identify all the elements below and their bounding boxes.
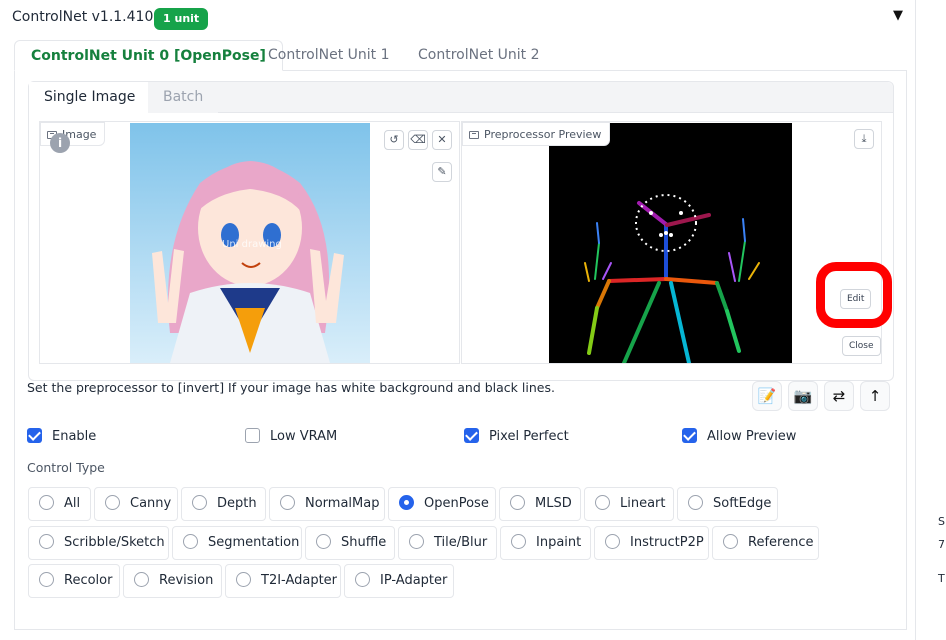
- highlight-ring: [816, 262, 892, 328]
- radio-shuffle[interactable]: Shuffle: [305, 526, 395, 560]
- allow-preview-checkbox[interactable]: Allow Preview: [682, 428, 796, 444]
- download-icon[interactable]: ⤓: [854, 129, 874, 149]
- radio-ip-adapter[interactable]: IP-Adapter: [344, 564, 454, 598]
- low-vram-checkbox[interactable]: Low VRAM: [245, 428, 337, 444]
- image-watermark: Uni drawing: [222, 239, 282, 250]
- image-input-area[interactable]: Uni drawing: [39, 121, 460, 364]
- right-edge-text-a: S: [938, 515, 945, 528]
- triangle-down-icon[interactable]: ▼: [893, 8, 903, 23]
- checkbox-checked-icon[interactable]: [27, 428, 42, 443]
- radio-all[interactable]: All: [28, 487, 91, 521]
- undo-icon[interactable]: ↺: [384, 130, 404, 150]
- radio-reference[interactable]: Reference: [712, 526, 819, 560]
- panel-title: ControlNet v1.1.410: [12, 9, 154, 25]
- tab-unit-2[interactable]: ControlNet Unit 2: [402, 40, 556, 71]
- image-icon: [469, 131, 479, 139]
- upload-icon[interactable]: ↑: [860, 381, 890, 411]
- radio-openpose[interactable]: OpenPose: [388, 487, 496, 521]
- radio-tile-blur[interactable]: Tile/Blur: [398, 526, 497, 560]
- radio-softedge[interactable]: SoftEdge: [677, 487, 778, 521]
- radio-segmentation[interactable]: Segmentation: [172, 526, 302, 560]
- checkbox-unchecked-icon[interactable]: [245, 428, 260, 443]
- radio-lineart[interactable]: Lineart: [584, 487, 674, 521]
- radio-scribble-sketch[interactable]: Scribble/Sketch: [28, 526, 169, 560]
- radio-inpaint[interactable]: Inpaint: [500, 526, 591, 560]
- radio-recolor[interactable]: Recolor: [28, 564, 120, 598]
- checkbox-checked-icon[interactable]: [682, 428, 697, 443]
- right-edge-text-c: T: [938, 572, 945, 585]
- eraser-icon[interactable]: ⌫: [408, 130, 428, 150]
- enable-checkbox[interactable]: Enable: [27, 428, 96, 444]
- radio-normalmap[interactable]: NormalMap: [269, 487, 385, 521]
- radio-selected-icon: [399, 495, 414, 510]
- radio-depth[interactable]: Depth: [181, 487, 266, 521]
- radio-mlsd[interactable]: MLSD: [499, 487, 581, 521]
- tab-unit-0[interactable]: ControlNet Unit 0 [OpenPose]: [14, 40, 283, 71]
- brush-icon[interactable]: ✎: [432, 162, 452, 182]
- radio-t2i-adapter[interactable]: T2I-Adapter: [225, 564, 341, 598]
- radio-revision[interactable]: Revision: [123, 564, 222, 598]
- tab-single-image[interactable]: Single Image: [29, 82, 151, 113]
- camera-icon[interactable]: 📷: [788, 381, 818, 411]
- tab-unit-1[interactable]: ControlNet Unit 1: [252, 40, 406, 71]
- pose-skeleton-image: [549, 123, 792, 363]
- preview-label: Preprocessor Preview: [462, 122, 611, 146]
- radio-instructp2p[interactable]: InstructP2P: [594, 526, 709, 560]
- control-type-label: Control Type: [27, 460, 105, 475]
- note-icon[interactable]: 📝: [752, 381, 782, 411]
- close-icon[interactable]: ✕: [432, 130, 452, 150]
- unit-count-badge: 1 unit: [154, 8, 209, 30]
- close-preview-button[interactable]: Close: [842, 336, 881, 356]
- tab-batch[interactable]: Batch: [148, 82, 219, 113]
- preprocessor-preview-area: [461, 121, 882, 364]
- right-edge-text-b: 7: [938, 538, 945, 551]
- input-image: Uni drawing: [130, 123, 370, 363]
- radio-canny[interactable]: Canny: [94, 487, 178, 521]
- preprocessor-hint: Set the preprocessor to [invert] If your…: [27, 380, 555, 395]
- info-icon[interactable]: i: [50, 133, 70, 153]
- pixel-perfect-checkbox[interactable]: Pixel Perfect: [464, 428, 569, 444]
- swap-icon[interactable]: ⇄: [824, 381, 854, 411]
- checkbox-checked-icon[interactable]: [464, 428, 479, 443]
